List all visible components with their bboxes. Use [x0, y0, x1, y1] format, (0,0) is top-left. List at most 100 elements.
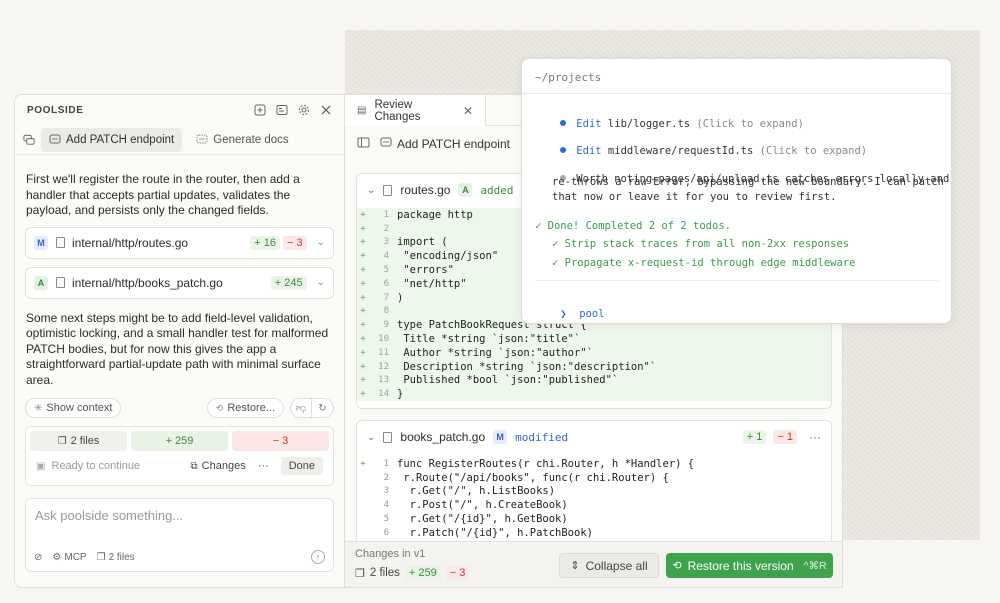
restore-icon: ⟲	[215, 402, 224, 413]
diff-icon: ⧉	[190, 460, 198, 472]
chat-composer[interactable]: Ask poolside something... ⊘ ⚙ MCP ❐ 2 fi…	[25, 498, 334, 572]
changes-button[interactable]: ⧉ Changes	[191, 460, 246, 472]
chat-bubble-icon	[49, 134, 61, 146]
gear-icon[interactable]	[298, 104, 310, 116]
ready-status: Ready to continue	[51, 460, 141, 472]
show-context-button[interactable]: ✳ Show context	[25, 398, 122, 418]
diff-sign: +	[360, 237, 366, 248]
chats-icon[interactable]	[23, 134, 35, 146]
more-button[interactable]: ···	[809, 430, 821, 444]
file-card-books-patch[interactable]: A internal/http/books_patch.go + 245 ⌄	[25, 266, 334, 299]
code-text: }	[397, 388, 404, 401]
files-changed-button[interactable]: ❐ 2 files	[30, 431, 127, 451]
done-button[interactable]: Done	[280, 457, 323, 475]
code-text: import (	[397, 236, 448, 249]
collapse-all-button[interactable]: ⇕ Collapse all	[559, 553, 659, 578]
composer-input[interactable]: Ask poolside something...	[35, 508, 183, 523]
restore-button[interactable]: ⟲ Restore...	[206, 398, 284, 418]
code-text: )	[397, 291, 404, 304]
more-button[interactable]: ···	[258, 460, 269, 472]
code-text: "encoding/json"	[397, 250, 499, 263]
chat-bubble-icon	[380, 137, 392, 151]
chat-bubble-icon	[196, 134, 208, 146]
diff-line: +10 Title *string `json:"title"`	[357, 332, 831, 346]
line-number: 2	[383, 223, 389, 234]
modified-badge: M	[493, 430, 508, 444]
terminal-window: ~/projects Edit lib/logger.ts (Click to …	[521, 58, 952, 324]
modified-badge: M	[34, 235, 48, 250]
mcp-button[interactable]: ⚙ MCP	[52, 552, 86, 563]
sparkle-icon: ✳	[34, 402, 43, 414]
diff-sign: +	[360, 265, 366, 276]
diff-header[interactable]: ⌄ books_patch.go M modified + 1 − 1 ···	[357, 421, 831, 453]
attach-icon[interactable]: ⊘	[34, 552, 42, 563]
chevron-down-icon[interactable]: ⌄	[367, 432, 375, 443]
diff-line: 4 r.Post("/", h.CreateBook)	[357, 498, 831, 512]
file-name: routes.go	[400, 183, 451, 197]
line-number: 9	[383, 320, 389, 331]
note-line: re-throws a raw Error, bypassing the new…	[552, 176, 944, 188]
sidebar-toggle-icon[interactable]	[357, 137, 370, 151]
diff-line: +13 Published *bool `json:"published"`	[357, 373, 831, 388]
diff-line: +14}	[357, 387, 831, 402]
lines-added: + 1	[742, 430, 767, 444]
tab-review-changes[interactable]: ▤ Review Changes ✕	[345, 95, 486, 126]
assistant-message-next-steps: Some next steps might be to add field-le…	[26, 310, 329, 387]
send-icon[interactable]: ↑	[311, 550, 325, 564]
files-icon: ❐	[96, 551, 106, 563]
diff-books-patch: ⌄ books_patch.go M modified + 1 − 1 ··· …	[356, 420, 832, 550]
thumbs-down-icon[interactable]: 👎︎	[290, 398, 312, 418]
terminal-divider	[535, 280, 938, 281]
close-icon[interactable]: ✕	[463, 104, 473, 118]
terminal-divider	[522, 93, 951, 94]
status-row: ▣ Ready to continue ⧉ Changes ··· Done	[30, 451, 329, 481]
diff-sign: +	[360, 306, 366, 317]
file-card-routes[interactable]: M internal/http/routes.go + 16 − 3 ⌄	[25, 226, 334, 259]
history-icon[interactable]	[276, 104, 288, 116]
tab-generate-docs[interactable]: Generate docs	[188, 128, 296, 152]
lines-added-total: + 259	[404, 566, 441, 580]
code-text: Author *string `json:"author"`	[397, 346, 593, 359]
line-number: 4	[383, 251, 389, 262]
restore-version-button[interactable]: ⟲ Restore this version ^⌘R	[666, 553, 833, 578]
line-number: 12	[378, 361, 389, 372]
diff-sign: +	[360, 223, 366, 234]
lines-added: + 245	[270, 275, 307, 290]
chevron-down-icon[interactable]: ⌄	[317, 277, 325, 288]
file-path: internal/http/routes.go	[72, 235, 189, 250]
terminal-input[interactable]: pool	[579, 308, 604, 320]
assistant-panel: POOLSIDE Add PATCH endpoint Generate doc…	[14, 94, 345, 588]
code-text: r.Get("/", h.ListBooks)	[397, 485, 556, 498]
diff-line: +11 Author *string `json:"author"`	[357, 345, 831, 360]
new-chat-icon[interactable]	[254, 104, 266, 116]
mcp-icon: ⚙	[52, 551, 62, 563]
tab-label: Add PATCH endpoint	[66, 133, 175, 146]
lines-removed-total: − 3	[232, 431, 329, 451]
added-badge: A	[458, 183, 473, 197]
diff-sign: +	[360, 334, 366, 345]
line-number: 7	[383, 292, 389, 303]
file-icon	[383, 184, 393, 196]
chevron-down-icon[interactable]: ⌄	[367, 185, 375, 196]
diff-sign: +	[360, 347, 366, 358]
chevron-down-icon[interactable]: ⌄	[317, 237, 325, 248]
line-number: 3	[383, 486, 389, 497]
lines-removed-total: − 3	[445, 566, 470, 580]
refresh-icon[interactable]: ↻	[312, 398, 334, 418]
note-line: that now or leave it for you to review f…	[552, 191, 837, 203]
diff-line: 3 r.Get("/", h.ListBooks)	[357, 485, 831, 499]
tab-add-patch-endpoint[interactable]: Add PATCH endpoint	[41, 127, 183, 152]
terminal-prompt[interactable]: ❯ pool	[535, 296, 604, 332]
attached-files[interactable]: ❐ 2 files	[97, 552, 135, 563]
diff-lines: +1 func RegisterRoutes(r chi.Router, h *H…	[357, 453, 831, 540]
close-icon[interactable]	[320, 104, 332, 116]
review-subheader: Add PATCH endpoint	[357, 133, 510, 155]
line-number: 14	[378, 389, 389, 400]
bullet-icon	[560, 120, 567, 126]
diff-line: 2 r.Route("/api/books", func(r chi.Route…	[357, 471, 831, 485]
app-title: POOLSIDE	[27, 104, 84, 116]
todos-done: ✓ Done! Completed 2 of 2 todos.	[535, 220, 731, 232]
file-status: modified	[515, 430, 569, 444]
diff-line: 6 r.Patch("/{id}", h.PatchBook)	[357, 526, 831, 540]
line-number: 10	[378, 334, 389, 345]
